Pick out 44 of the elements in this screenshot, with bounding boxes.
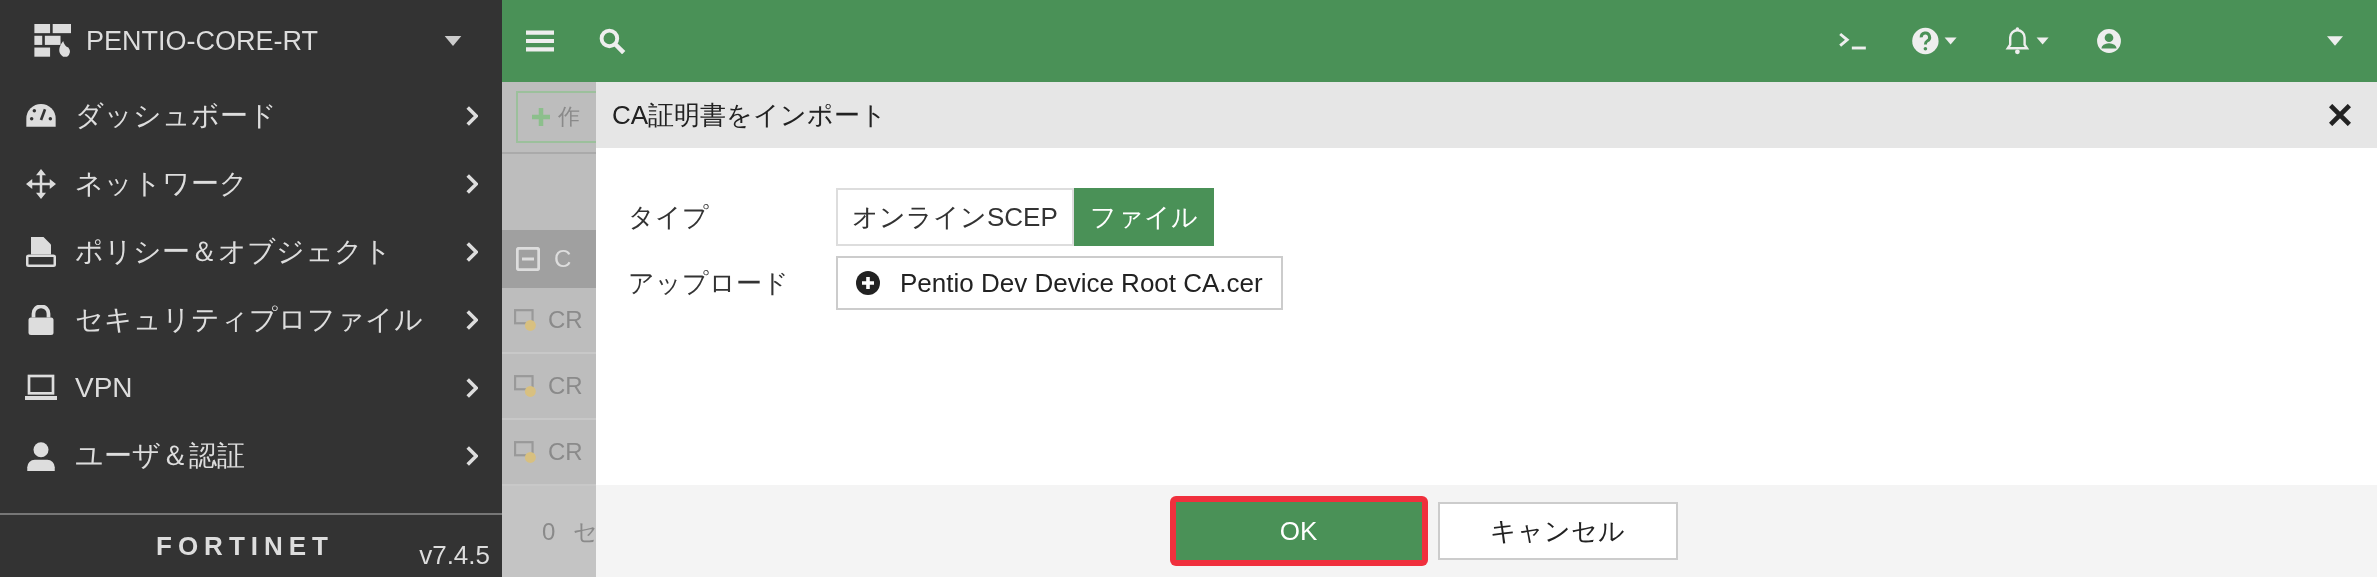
- nav-item[interactable]: セキュリティプロファイル: [0, 286, 502, 354]
- nav-item[interactable]: ポリシー＆オブジェクト: [0, 218, 502, 286]
- cancel-button[interactable]: キャンセル: [1437, 502, 1678, 560]
- add-circle-icon: [856, 271, 880, 295]
- plus-icon: [532, 108, 550, 126]
- chevron-right-icon: [466, 242, 478, 262]
- row-count: 0: [542, 517, 556, 546]
- upload-field[interactable]: Pentio Dev Device Root CA.cer: [836, 256, 1283, 310]
- nav-item[interactable]: VPN: [0, 354, 502, 422]
- chevron-right-icon: [466, 446, 478, 466]
- dialog-title: CA証明書をインポート: [612, 98, 889, 132]
- menu-icon[interactable]: [526, 28, 554, 54]
- chevron-right-icon: [466, 174, 478, 194]
- laptop-icon: [25, 373, 57, 403]
- user-icon: [25, 441, 57, 471]
- certificate-icon: [514, 440, 538, 464]
- device-name[interactable]: PENTIO-CORE-RT: [86, 25, 432, 57]
- chevron-right-icon: [466, 106, 478, 126]
- certificate-icon: [514, 308, 538, 332]
- help-icon[interactable]: [1911, 26, 1959, 56]
- caret-icon[interactable]: [444, 36, 462, 46]
- field-label: タイプ: [628, 200, 710, 234]
- firewall-icon: [34, 24, 74, 58]
- fortinet-logo: FORTINET: [156, 530, 335, 562]
- version-label: v7.4.5: [419, 540, 490, 572]
- close-icon[interactable]: [2329, 104, 2351, 126]
- nav-item[interactable]: ユーザ＆認証: [0, 422, 502, 490]
- notifications-icon[interactable]: [2003, 26, 2051, 56]
- type-option[interactable]: オンラインSCEP: [836, 188, 1074, 246]
- document-icon: [25, 237, 57, 267]
- nav-item[interactable]: ネットワーク: [0, 150, 502, 218]
- search-icon[interactable]: [598, 28, 626, 54]
- ok-button[interactable]: OK: [1175, 502, 1422, 560]
- nav-item[interactable]: ダッシュボード: [0, 82, 502, 150]
- footer-text: セ: [573, 516, 596, 547]
- collapse-icon: [516, 247, 540, 271]
- group-label: C: [554, 245, 572, 273]
- move-icon: [25, 169, 57, 199]
- chevron-right-icon: [466, 378, 478, 398]
- user-icon[interactable]: [2095, 28, 2123, 54]
- certificate-icon: [514, 374, 538, 398]
- field-label: アップロード: [628, 266, 790, 300]
- type-option[interactable]: ファイル: [1073, 188, 1214, 246]
- chevron-right-icon: [466, 310, 478, 330]
